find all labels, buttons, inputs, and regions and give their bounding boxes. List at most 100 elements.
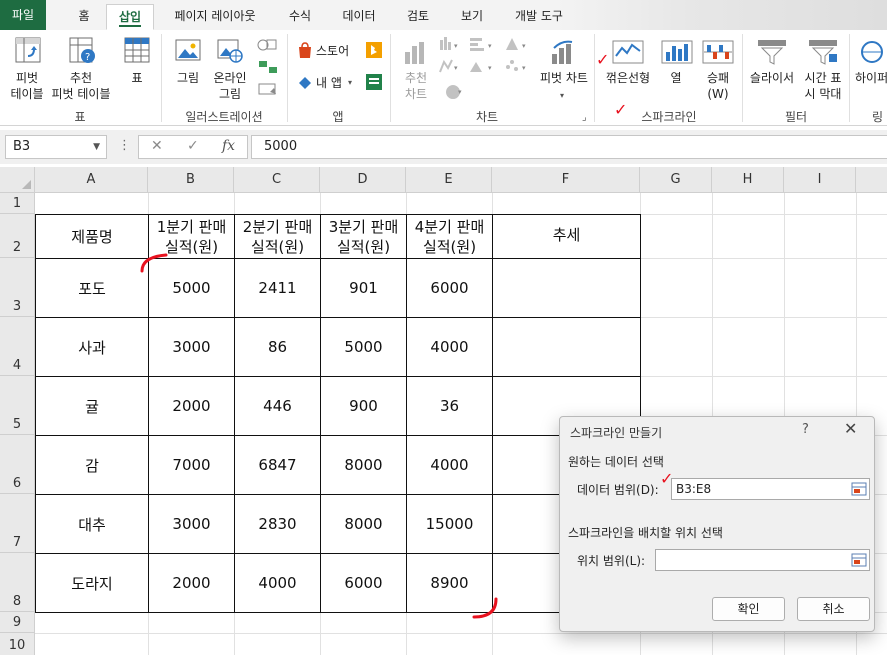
cell-d4[interactable]: 5000 (321, 318, 406, 376)
table-button[interactable]: 표 (118, 34, 156, 104)
row-header-7[interactable]: 7 (0, 494, 35, 553)
cancel-entry-icon[interactable]: ✕ (151, 138, 163, 154)
ok-button[interactable]: 확인 (712, 597, 785, 621)
my-apps-button[interactable]: 내 앱 ▾ (296, 72, 366, 94)
name-box-dropdown-icon[interactable]: ▼ (93, 136, 100, 158)
row-header-2[interactable]: 2 (0, 214, 35, 258)
header-cell-trend[interactable]: 추세 (493, 215, 640, 258)
row-header-10[interactable]: 10 (0, 633, 35, 655)
cell-e5[interactable]: 36 (407, 377, 492, 435)
cell-c6[interactable]: 6847 (235, 436, 320, 494)
sparkline-winloss-button[interactable]: 승패 (W) (698, 34, 738, 104)
shapes-button[interactable] (254, 34, 280, 54)
cell-a4[interactable]: 사과 (36, 318, 148, 376)
online-picture-button[interactable]: 온라인 그림 (208, 34, 252, 104)
tab-insert[interactable]: 삽입 (106, 4, 154, 30)
column-header-f[interactable]: F (492, 167, 640, 193)
cell-c7[interactable]: 2830 (235, 495, 320, 553)
tab-page-layout[interactable]: 페이지 레이아웃 (164, 4, 266, 30)
cell-b8[interactable]: 2000 (149, 554, 234, 612)
cell-d8[interactable]: 6000 (321, 554, 406, 612)
tab-developer[interactable]: 개발 도구 (504, 4, 574, 30)
chart-gallery[interactable]: ▾ ▾ ▾ ▾ ▾ ▾ ▾ (436, 34, 536, 104)
tab-formulas[interactable]: 수식 (278, 4, 322, 30)
cell-a8[interactable]: 도라지 (36, 554, 148, 612)
smartart-button[interactable] (254, 56, 280, 76)
sparkline-line-button[interactable]: 꺾은선형 (600, 34, 656, 104)
store-button[interactable]: 스토어 (296, 40, 366, 62)
header-cell-q2[interactable]: 2분기 판매 실적(원) (235, 215, 320, 258)
people-graph-button[interactable] (364, 72, 384, 92)
column-header-a[interactable]: A (35, 167, 148, 193)
row-header-4[interactable]: 4 (0, 317, 35, 376)
help-icon[interactable]: ? (802, 422, 809, 437)
column-header-c[interactable]: C (234, 167, 320, 193)
cell-a7[interactable]: 대추 (36, 495, 148, 553)
cell-d7[interactable]: 8000 (321, 495, 406, 553)
cell-c4[interactable]: 86 (235, 318, 320, 376)
select-all-button[interactable] (0, 167, 35, 193)
formula-bar-grip-icon[interactable]: ⋮ (118, 138, 131, 153)
cell-e6[interactable]: 4000 (407, 436, 492, 494)
range-picker-icon[interactable] (851, 552, 867, 568)
header-cell-product[interactable]: 제품명 (36, 215, 148, 258)
formula-input[interactable]: 5000 (251, 135, 887, 159)
cell-e7[interactable]: 15000 (407, 495, 492, 553)
picture-button[interactable]: 그림 (170, 34, 206, 104)
row-header-3[interactable]: 3 (0, 258, 35, 317)
column-header-d[interactable]: D (320, 167, 406, 193)
header-cell-q4[interactable]: 4분기 판매 실적(원) (407, 215, 492, 258)
insert-function-icon[interactable]: fx (222, 138, 235, 154)
cancel-button[interactable]: 취소 (797, 597, 870, 621)
cell-b5[interactable]: 2000 (149, 377, 234, 435)
row-header-6[interactable]: 6 (0, 435, 35, 494)
screenshot-button[interactable] (254, 78, 280, 98)
row-header-5[interactable]: 5 (0, 376, 35, 435)
range-picker-icon[interactable] (851, 481, 867, 497)
tab-data[interactable]: 데이터 (334, 4, 384, 30)
cell-a3[interactable]: 포도 (36, 259, 148, 317)
sparkline-column-button[interactable]: 열 (658, 34, 694, 104)
cell-f4[interactable] (493, 318, 640, 376)
row-header-9[interactable]: 9 (0, 612, 35, 633)
confirm-entry-icon[interactable]: ✓ (187, 138, 199, 154)
cell-f3[interactable] (493, 259, 640, 317)
cell-c5[interactable]: 446 (235, 377, 320, 435)
column-header-i[interactable]: I (784, 167, 856, 193)
cell-d3[interactable]: 901 (321, 259, 406, 317)
cell-a6[interactable]: 감 (36, 436, 148, 494)
row-header-1[interactable]: 1 (0, 193, 35, 214)
tab-home[interactable]: 홈 (66, 4, 102, 30)
pivot-chart-button[interactable]: 피벗 차트 ▾ (534, 34, 594, 104)
cell-d6[interactable]: 8000 (321, 436, 406, 494)
recommended-charts-button[interactable]: 추천 차트 (396, 34, 436, 104)
cell-a5[interactable]: 귤 (36, 377, 148, 435)
slicer-button[interactable]: 슬라이서 (744, 34, 800, 104)
cell-e3[interactable]: 6000 (407, 259, 492, 317)
pivot-table-button[interactable]: 피벗 테이블 (4, 34, 50, 104)
chart-dialog-launcher-icon[interactable]: ⌟ (582, 112, 587, 123)
header-cell-q3[interactable]: 3분기 판매 실적(원) (321, 215, 406, 258)
tab-file[interactable]: 파일 (0, 0, 46, 30)
cell-b4[interactable]: 3000 (149, 318, 234, 376)
bing-maps-button[interactable] (364, 40, 384, 60)
hyperlink-button[interactable]: 하이퍼 (852, 34, 887, 104)
column-header-j[interactable] (856, 167, 887, 193)
close-icon[interactable]: ✕ (844, 419, 857, 438)
column-header-g[interactable]: G (640, 167, 712, 193)
cell-e4[interactable]: 4000 (407, 318, 492, 376)
column-header-b[interactable]: B (148, 167, 234, 193)
cell-b7[interactable]: 3000 (149, 495, 234, 553)
name-box[interactable]: B3 ▼ (5, 135, 107, 159)
data-range-input[interactable]: B3:E8 (671, 478, 870, 500)
column-header-e[interactable]: E (406, 167, 492, 193)
tab-view[interactable]: 보기 (450, 4, 494, 30)
cell-c8[interactable]: 4000 (235, 554, 320, 612)
cell-c3[interactable]: 2411 (235, 259, 320, 317)
cell-d5[interactable]: 900 (321, 377, 406, 435)
row-header-8[interactable]: 8 (0, 553, 35, 612)
cell-b6[interactable]: 7000 (149, 436, 234, 494)
column-header-h[interactable]: H (712, 167, 784, 193)
tab-review[interactable]: 검토 (396, 4, 440, 30)
timeline-button[interactable]: 시간 표 시 막대 (800, 34, 846, 104)
